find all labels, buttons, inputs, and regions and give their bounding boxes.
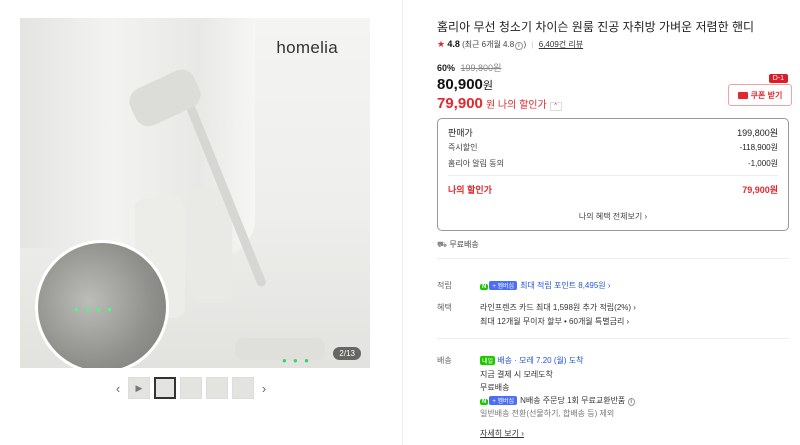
points-label: 적립 [437, 281, 452, 290]
return-policy-text: N배송 주문당 1회 무료교환반품 [520, 396, 626, 405]
column-divider [402, 0, 403, 445]
coupon-button-label: 쿠폰 받기 [750, 90, 783, 100]
product-title: 홈리아 무선 청소기 차이슨 원룸 진공 자취방 가벼운 저렴한 핸디 [437, 20, 755, 34]
membership-badge: + 멤버십 [489, 396, 518, 405]
delivery-line-4: 일반배송 전환(선물하기, 합배송 등) 제외 [480, 409, 615, 418]
my-price-label: 원 나의 할인가 [485, 100, 547, 111]
coupon-icon [737, 91, 748, 99]
zoom-inset-image: ● ● ● ● [35, 240, 169, 368]
vacuum-led-lights: ● ● ● [282, 356, 311, 365]
sale-price: 80,900원 [437, 76, 493, 93]
brand-logo: homelia [276, 38, 338, 57]
my-discount-price[interactable]: 79,900 원 나의 할인가 ⌃ [437, 95, 562, 112]
rating-score: 4.8 [447, 39, 460, 49]
thumbnail-strip: ‹ ▶ › [112, 377, 270, 399]
breakdown-value: 199,800원 [737, 128, 778, 138]
delivery-line-1: 지금 결제 시 모레도착 [480, 370, 553, 379]
delivery-line-2: 무료배송 [480, 383, 510, 392]
sale-price-unit: 원 [482, 80, 494, 92]
truck-icon: ⛟ [437, 240, 448, 249]
nextday-badge: 내일 [480, 356, 496, 365]
thumbnail-selected[interactable] [154, 377, 176, 399]
breakdown-label: 홈리아 알림 동의 [448, 159, 504, 168]
star-icon: ★ [437, 39, 446, 49]
free-shipping-label: 무료배송 [449, 240, 479, 249]
info-icon[interactable]: i [515, 42, 523, 50]
thumbnail[interactable] [232, 377, 254, 399]
delivery-line-3: N + 멤버십 N배송 주문당 1회 무료교환반품 i [480, 395, 635, 406]
d-day-badge: D-1 [768, 74, 788, 83]
review-count-link[interactable]: 6,409건 리뷰 [539, 40, 583, 49]
breakdown-value: -1,000원 [747, 159, 778, 168]
chevron-up-icon: ⌃ [549, 102, 562, 111]
sale-price-value: 80,900 [437, 76, 483, 93]
benefit-label: 혜택 [437, 303, 452, 312]
breakdown-label: 판매가 [448, 128, 473, 138]
view-all-benefits-link[interactable]: 나의 혜택 전체보기 › [438, 211, 788, 222]
membership-badge: + 멤버십 [489, 281, 518, 290]
thumbnail-video[interactable]: ▶ [128, 377, 150, 399]
rating-recent-close: ) [523, 40, 527, 49]
npay-icon: N [480, 284, 489, 290]
free-shipping-row: ⛟ 무료배송 [437, 239, 479, 250]
prev-thumbnail-arrow[interactable]: ‹ [112, 381, 124, 396]
rating-recent: (최근 6개월 4.8 [462, 40, 515, 49]
npay-icon: N [480, 399, 489, 405]
benefit-card-link[interactable]: 라인프렌즈 카드 최대 1,598원 추가 적립(2%) › [480, 302, 636, 313]
next-thumbnail-arrow[interactable]: › [258, 381, 270, 396]
price-breakdown-box: 판매가 199,800원 즉시할인 -118,900원 홈리아 알림 동의 -1… [437, 118, 789, 231]
points-row[interactable]: N + 멤버십 최대 적립 포인트 8,495원 › [480, 280, 611, 291]
delivery-arrival: 내일 배송 · 모레 7.20 (월) 도착 [480, 355, 583, 366]
delivery-detail-link-text: 자세히 보기 › [480, 429, 524, 438]
discount-percent: 60% [437, 63, 456, 73]
breakdown-row-seller: 판매가 199,800원 [448, 126, 778, 139]
coupon-area: D-1 쿠폰 받기 [722, 74, 792, 108]
breakdown-divider [448, 175, 778, 176]
breakdown-row-my-price: 나의 할인가 79,900원 [448, 183, 778, 196]
delivery-label: 배송 [437, 356, 452, 365]
breakdown-value: 79,900원 [742, 185, 778, 195]
breakdown-row-instant: 즉시할인 -118,900원 [448, 142, 778, 153]
original-price-row: 60% 199,800원 [437, 61, 501, 74]
vacuum-head [235, 338, 325, 360]
section-divider [437, 258, 789, 259]
breakdown-row-alarm: 홈리아 알림 동의 -1,000원 [448, 158, 778, 169]
points-text: 최대 적립 포인트 8,495원 › [520, 281, 611, 290]
main-product-image[interactable]: ● ● ● ● ● ● ● homelia 2/13 [20, 18, 370, 368]
breakdown-label: 즉시할인 [448, 143, 478, 152]
inset-led-lights: ● ● ● ● [74, 305, 114, 314]
info-icon[interactable]: i [627, 398, 635, 406]
breakdown-label: 나의 할인가 [448, 185, 492, 195]
rating-row: ★ 4.8 (최근 6개월 4.8 i) | 6,409건 리뷰 [437, 39, 584, 50]
coupon-button[interactable]: 쿠폰 받기 [728, 84, 792, 106]
thumbnail[interactable] [206, 377, 228, 399]
my-price-value: 79,900 [437, 95, 483, 112]
thumbnail[interactable] [180, 377, 202, 399]
section-divider [437, 338, 789, 339]
benefit-installment-link[interactable]: 최대 12개월 무이자 할부 • 60개월 특별금리 › [480, 316, 629, 327]
product-gallery: ● ● ● ● ● ● ● homelia 2/13 ‹ ▶ › [0, 0, 400, 445]
arrival-text: 배송 · 모레 7.20 (월) 도착 [497, 356, 584, 365]
delivery-detail-link[interactable]: 자세히 보기 › [480, 428, 524, 439]
breakdown-value: -118,900원 [739, 143, 778, 152]
original-price: 199,800원 [460, 63, 502, 73]
image-counter: 2/13 [333, 347, 361, 360]
